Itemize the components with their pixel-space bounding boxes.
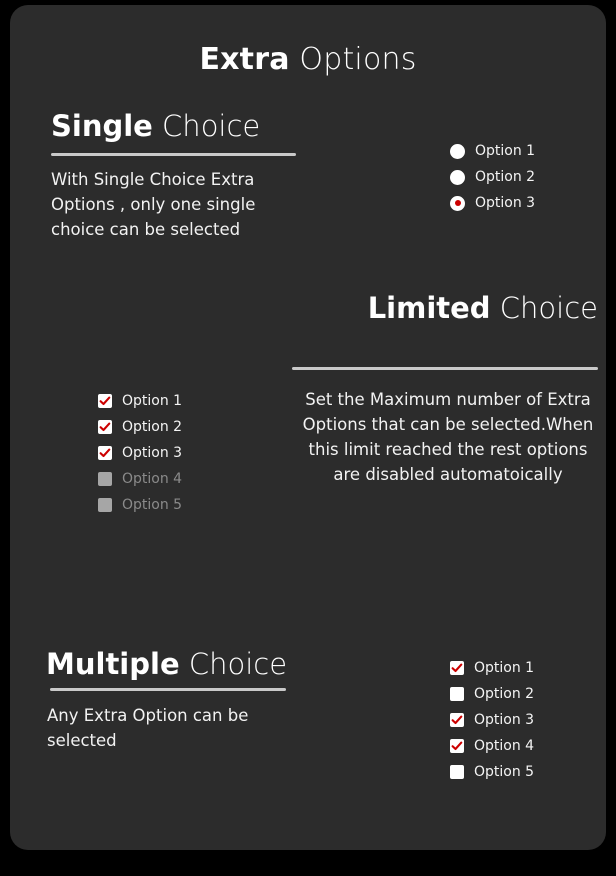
- single-option-label: Option 2: [475, 169, 536, 185]
- limited-choice-heading: Limited Choice: [368, 290, 598, 326]
- page-title-strong: Extra: [199, 42, 290, 77]
- single-option-row[interactable]: Option 1: [450, 138, 535, 164]
- limited-option-label: Option 3: [122, 445, 183, 461]
- multiple-option-row[interactable]: Option 1: [450, 655, 534, 681]
- multiple-option-label: Option 2: [474, 686, 535, 702]
- limited-option-label: Option 2: [122, 419, 183, 435]
- limited-option-label: Option 5: [122, 497, 183, 513]
- single-choice-heading: Single Choice: [51, 108, 260, 144]
- page-title-light: Options: [289, 42, 417, 77]
- multiple-choice-option-list: Option 1 Option 2 Option 3 Option 4 Option 5: [450, 655, 534, 785]
- multiple-option-label: Option 4: [474, 738, 535, 754]
- check-icon: [451, 663, 463, 673]
- single-choice-heading-strong: Single: [51, 109, 153, 143]
- single-choice-heading-light: Choice: [152, 109, 261, 143]
- checkbox-checked-icon[interactable]: [450, 713, 464, 727]
- radio-unchecked-icon[interactable]: [450, 143, 465, 159]
- checkbox-unchecked-icon: [98, 472, 112, 486]
- checkbox-unchecked-icon[interactable]: [450, 765, 464, 779]
- limited-option-label: Option 1: [122, 393, 183, 409]
- checkbox-unchecked-icon[interactable]: [450, 687, 464, 701]
- checkbox-checked-icon[interactable]: [98, 446, 112, 460]
- limited-choice-option-list: Option 1 Option 2 Option 3 Option 4 Option 5: [98, 388, 182, 518]
- limited-choice-heading-strong: Limited: [367, 291, 491, 325]
- single-option-label: Option 3: [475, 195, 536, 211]
- limited-choice-heading-light: Choice: [490, 291, 598, 325]
- multiple-option-row[interactable]: Option 4: [450, 733, 534, 759]
- limited-option-row[interactable]: Option 3: [98, 440, 182, 466]
- multiple-option-label: Option 5: [474, 764, 535, 780]
- check-icon: [451, 741, 463, 751]
- extra-options-card: Extra Options Single Choice With Single …: [10, 5, 606, 850]
- multiple-choice-divider: [50, 688, 286, 691]
- multiple-option-row[interactable]: Option 5: [450, 759, 534, 785]
- limited-option-row: Option 5: [98, 492, 182, 518]
- single-choice-divider: [51, 153, 296, 156]
- radio-unchecked-icon[interactable]: [450, 169, 465, 185]
- single-choice-description: With Single Choice Extra Options , only …: [51, 170, 256, 239]
- multiple-option-row[interactable]: Option 3: [450, 707, 534, 733]
- multiple-choice-description: Any Extra Option can be selected: [47, 706, 249, 750]
- checkbox-checked-icon[interactable]: [98, 420, 112, 434]
- single-option-label: Option 1: [475, 143, 536, 159]
- check-icon: [451, 715, 463, 725]
- checkbox-unchecked-icon: [98, 498, 112, 512]
- check-icon: [99, 422, 111, 432]
- limited-option-row: Option 4: [98, 466, 182, 492]
- checkbox-checked-icon[interactable]: [98, 394, 112, 408]
- radio-checked-icon[interactable]: [450, 195, 465, 211]
- check-icon: [99, 448, 111, 458]
- checkbox-checked-icon[interactable]: [450, 739, 464, 753]
- single-choice-option-list: Option 1 Option 2 Option 3: [450, 138, 535, 216]
- limited-option-row[interactable]: Option 1: [98, 388, 182, 414]
- multiple-choice-heading-strong: Multiple: [46, 647, 180, 681]
- limited-option-label: Option 4: [122, 471, 183, 487]
- limited-choice-divider: [292, 367, 598, 370]
- multiple-choice-heading: Multiple Choice: [46, 646, 287, 682]
- check-icon: [99, 396, 111, 406]
- multiple-option-label: Option 3: [474, 712, 535, 728]
- single-option-row[interactable]: Option 2: [450, 164, 535, 190]
- multiple-choice-heading-light: Choice: [179, 647, 288, 681]
- multiple-option-row[interactable]: Option 2: [450, 681, 534, 707]
- page-title: Extra Options: [10, 41, 606, 79]
- checkbox-checked-icon[interactable]: [450, 661, 464, 675]
- limited-option-row[interactable]: Option 2: [98, 414, 182, 440]
- limited-choice-description: Set the Maximum number of Extra Options …: [302, 390, 594, 484]
- single-option-row[interactable]: Option 3: [450, 190, 535, 216]
- multiple-option-label: Option 1: [474, 660, 535, 676]
